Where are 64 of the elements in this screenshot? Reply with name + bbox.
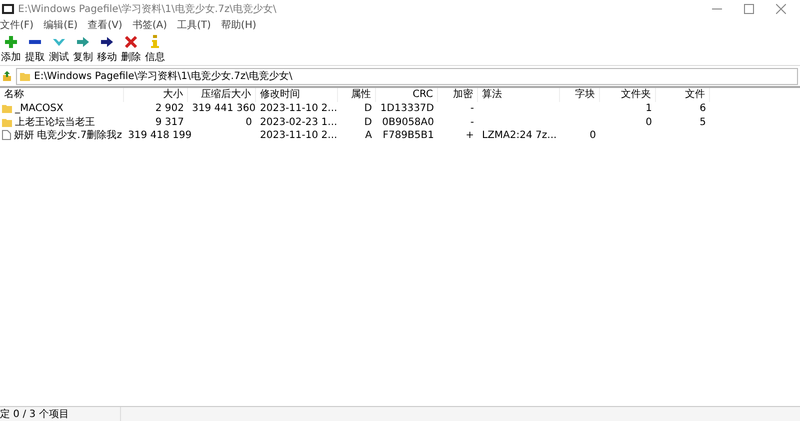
table-cell-text: - — [469, 103, 475, 114]
column-header[interactable]: 字块 — [560, 88, 600, 102]
menu-item[interactable]: 工具(T) — [177, 18, 211, 32]
table-cell-text: D — [363, 116, 373, 128]
menu-item[interactable]: 查看(V) — [88, 18, 122, 32]
up-folder-icon[interactable] — [2, 71, 12, 81]
table-cell-text: 0 — [244, 116, 253, 128]
menu-item[interactable]: 帮助(H) — [220, 18, 256, 32]
maximize-icon[interactable] — [744, 4, 754, 14]
file-name[interactable]: 上老王论坛当老王 — [15, 115, 95, 129]
toolbar-button[interactable]: 移动 — [96, 35, 118, 65]
table-cell-text: D — [363, 103, 373, 114]
table-cell-text: 0B9058A0 — [381, 116, 435, 128]
table-cell-text: 2 902 — [154, 103, 185, 114]
table-cell-text: LZMA2:24 7z... — [481, 130, 558, 140]
table-cell-text: 2023-11-10 2... — [259, 130, 338, 140]
plus-icon — [4, 35, 18, 49]
table-cell-text: - — [469, 116, 475, 128]
column-header[interactable]: CRC — [376, 88, 438, 102]
table-cell-text: A — [364, 130, 373, 140]
file-name[interactable]: _MACOSX — [15, 103, 64, 114]
table-cell-text: 1 — [644, 103, 653, 114]
status-text: 定 0 / 3 个项目 — [0, 407, 121, 421]
column-header[interactable]: 算法 — [478, 88, 560, 102]
table-cell-text: F789B5B1 — [382, 130, 435, 140]
close-icon — [124, 35, 138, 49]
file-icon — [2, 130, 11, 140]
toolbar-button[interactable]: 测试 — [48, 35, 70, 65]
table-cell-text: 0 — [644, 116, 653, 128]
column-header[interactable]: 名称 — [0, 88, 124, 102]
toolbar-button[interactable]: 复制 — [72, 35, 94, 65]
menu-item[interactable]: 书签(A) — [132, 18, 167, 32]
table-cell-text: + — [464, 130, 475, 140]
arrow-icon — [76, 35, 90, 49]
column-header[interactable]: 属性 — [338, 88, 376, 102]
info-icon — [148, 35, 162, 49]
table-cell-text: 0 — [588, 130, 597, 140]
column-header[interactable]: 文件夹 — [600, 88, 656, 102]
window-title: E:\Windows Pagefile\学习资料\1\电竞少女.7z\电竞少女\ — [18, 2, 278, 16]
column-header[interactable]: 修改时间 — [256, 88, 338, 102]
folder-icon — [20, 72, 30, 80]
toolbar-button[interactable]: 添加 — [0, 35, 22, 65]
file-name[interactable]: 妍妍 电竞少女.7删除我z — [14, 128, 122, 142]
table-cell-text: 1D13337D — [379, 103, 435, 114]
column-header[interactable]: 压缩后大小 — [188, 88, 256, 102]
menu-item[interactable]: 文件(F) — [0, 18, 34, 32]
column-header[interactable]: 加密 — [438, 88, 478, 102]
close-icon[interactable] — [776, 4, 786, 14]
toolbar-button[interactable]: 提取 — [24, 35, 46, 65]
table-cell-text: 2023-11-10 2... — [259, 103, 338, 114]
menu-item[interactable]: 编辑(E) — [44, 18, 78, 32]
toolbar-button[interactable]: 信息 — [144, 35, 166, 65]
column-header[interactable]: 文件 — [656, 88, 710, 102]
column-header[interactable]: 大小 — [124, 88, 188, 102]
toolbar-button[interactable]: 删除 — [120, 35, 142, 65]
address-text: E:\Windows Pagefile\学习资料\1\电竞少女.7z\电竞少女\ — [34, 70, 292, 83]
table-cell-text: 6 — [698, 103, 707, 114]
table-cell-text: 319 441 360 — [191, 103, 256, 114]
arrow-icon — [100, 35, 114, 49]
address-field[interactable]: E:\Windows Pagefile\学习资料\1\电竞少女.7z\电竞少女\ — [16, 68, 798, 84]
table-cell-text: 2023-02-23 1... — [259, 116, 338, 128]
table-cell-text: 9 317 — [154, 116, 185, 128]
table-cell-text: 5 — [698, 116, 707, 128]
app-icon — [2, 4, 14, 14]
